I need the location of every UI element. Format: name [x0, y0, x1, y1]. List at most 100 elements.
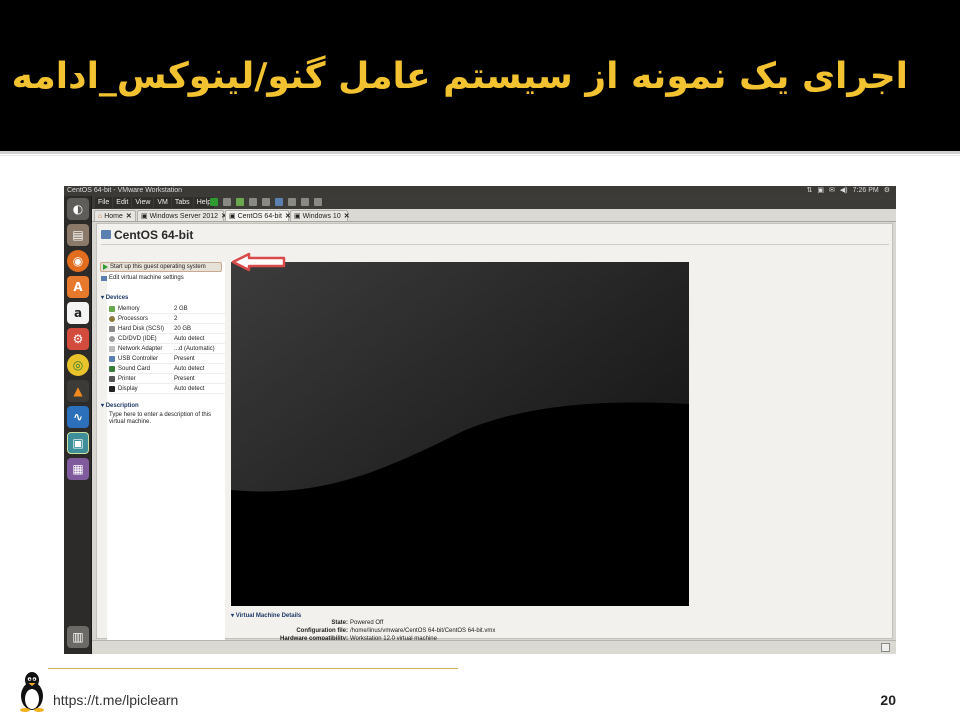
processor-icon [109, 316, 115, 322]
vm-name: CentOS 64-bit [114, 228, 194, 242]
device-row[interactable]: Network Adapter ...d (Automatic) [109, 344, 225, 354]
vm-icon: ▣ [141, 213, 148, 220]
slide-title: اجرای یک نمونه از سیستم عامل گنو/لینوکس_… [11, 56, 908, 97]
workspace-icon[interactable]: ▦ [67, 458, 89, 480]
settings-icon[interactable]: ⚙ [67, 328, 89, 350]
vm-icon: ▣ [294, 213, 301, 220]
footer-url[interactable]: https://t.me/lpiclearn [53, 692, 178, 708]
tab-label: Home [104, 213, 123, 220]
device-value: 2 [174, 316, 178, 322]
device-name: Processors [118, 316, 149, 322]
keyboard-icon[interactable]: ▣ [817, 186, 824, 196]
description-header[interactable]: ▾ Description [101, 402, 139, 409]
snapshot-icon[interactable] [236, 198, 244, 206]
device-value: Present [174, 356, 195, 362]
start-vm-button[interactable]: Start up this guest operating system [100, 262, 222, 272]
tux-logo-icon [20, 672, 44, 712]
device-row[interactable]: Display Auto detect [109, 384, 225, 394]
network-icon[interactable]: ⇅ [807, 186, 813, 196]
power-icon[interactable]: ⚙ [884, 186, 890, 196]
snapshot-manager-icon[interactable] [262, 198, 270, 206]
close-icon[interactable]: ✕ [344, 213, 350, 220]
ubuntu-desktop-screenshot: CentOS 64-bit - VMware Workstation ⇅ ▣ ✉… [64, 186, 896, 654]
device-value: ...d (Automatic) [174, 346, 215, 352]
console-view-icon[interactable] [301, 198, 309, 206]
software-center-icon[interactable]: A [67, 276, 89, 298]
dash-icon[interactable]: ◐ [67, 198, 89, 220]
device-row[interactable]: Processors 2 [109, 314, 225, 324]
unity-launcher: ◐ ▤ ◉ A a ⚙ ◎ ▲ ∿ ▣ ▦ ▥ [64, 196, 92, 654]
devices-header[interactable]: ▾ Devices [101, 294, 128, 301]
device-value: Auto detect [174, 366, 205, 372]
system-monitor-icon[interactable]: ∿ [67, 406, 89, 428]
revert-icon[interactable] [223, 198, 231, 206]
start-vm-label: Start up this guest operating system [110, 264, 206, 270]
fullscreen-icon[interactable] [275, 198, 283, 206]
slide-header: اجرای یک نمونه از سیستم عامل گنو/لینوکس_… [0, 0, 960, 151]
chrome-icon[interactable]: ◎ [67, 354, 89, 376]
firefox-icon[interactable]: ◉ [67, 250, 89, 272]
usb-icon [109, 356, 115, 362]
vm-icon [101, 230, 111, 239]
thumbnail-icon[interactable] [314, 198, 322, 206]
toolbar [210, 198, 322, 206]
details-key: State: [331, 620, 348, 626]
menu-vm[interactable]: VM [154, 197, 171, 208]
volume-icon[interactable]: ◀) [840, 186, 848, 196]
device-row[interactable]: Sound Card Auto detect [109, 364, 225, 374]
menu-edit[interactable]: Edit [113, 197, 132, 208]
device-row[interactable]: CD/DVD (IDE) Auto detect [109, 334, 225, 344]
tab-centos-64-bit[interactable]: ▣ CentOS 64-bit ✕ [225, 210, 291, 221]
amazon-icon[interactable]: a [67, 302, 89, 324]
details-value: /home/linus/vmware/CentOS 64-bit/CentOS … [350, 628, 496, 634]
memory-icon [109, 306, 115, 312]
unity-icon[interactable] [288, 198, 296, 206]
device-row[interactable]: USB Controller Present [109, 354, 225, 364]
device-name: USB Controller [118, 356, 159, 362]
files-icon[interactable]: ▤ [67, 224, 89, 246]
device-value: Auto detect [174, 336, 205, 342]
edit-settings-label: Edit virtual machine settings [109, 275, 184, 281]
vm-details: ▾ Virtual Machine Details State: Powered … [231, 612, 631, 643]
menu-tabs[interactable]: Tabs [171, 197, 193, 208]
divider [101, 244, 889, 245]
vmware-icon[interactable]: ▣ [67, 432, 89, 454]
footer-rule [48, 668, 458, 669]
printer-icon [109, 376, 115, 382]
menu-view[interactable]: View [132, 197, 154, 208]
devices-header-label: Devices [105, 295, 129, 301]
callout-arrow-icon [231, 252, 286, 272]
header-rule [0, 151, 960, 154]
device-name: CD/DVD (IDE) [118, 336, 157, 342]
statusbar [92, 640, 896, 654]
snapshot-restore-icon[interactable] [249, 198, 257, 206]
network-adapter-icon [109, 346, 115, 352]
device-row[interactable]: Printer Present [109, 374, 225, 384]
menu-file[interactable]: File [95, 197, 113, 208]
close-icon[interactable]: ✕ [126, 213, 132, 220]
description-input[interactable]: Type here to enter a description of this… [109, 412, 219, 426]
vm-preview[interactable] [231, 262, 689, 606]
message-log-icon[interactable] [881, 643, 890, 652]
device-name: Printer [118, 376, 136, 382]
device-row[interactable]: Memory 2 GB [109, 304, 225, 314]
tab-windows-server-2012[interactable]: ▣ Windows Server 2012 ✕ [137, 210, 227, 221]
ubuntu-top-panel: CentOS 64-bit - VMware Workstation ⇅ ▣ ✉… [64, 186, 896, 196]
device-name: Network Adapter [118, 346, 163, 352]
mail-icon[interactable]: ✉ [829, 186, 835, 196]
vlc-icon[interactable]: ▲ [67, 380, 89, 402]
cd-dvd-icon [109, 336, 115, 342]
tabbar: ⌂ Home ✕ ▣ Windows Server 2012 ✕ ▣ CentOS … [92, 209, 896, 222]
menubar: File Edit View VM Tabs Help [92, 196, 896, 209]
details-header[interactable]: ▾ Virtual Machine Details [231, 612, 631, 619]
page-number: 20 [880, 692, 896, 708]
edit-settings-link[interactable]: Edit virtual machine settings [101, 275, 184, 281]
tab-windows-10[interactable]: ▣ Windows 10 ✕ [290, 210, 350, 221]
trash-icon[interactable]: ▥ [67, 626, 89, 648]
hard-disk-icon [109, 326, 115, 332]
clock[interactable]: 7:26 PM [853, 186, 879, 196]
details-row: Configuration file:/home/linus/vmware/Ce… [231, 627, 631, 635]
tab-home[interactable]: ⌂ Home ✕ [94, 210, 136, 221]
power-on-icon[interactable] [210, 198, 218, 206]
device-row[interactable]: Hard Disk (SCSI) 20 GB [109, 324, 225, 334]
